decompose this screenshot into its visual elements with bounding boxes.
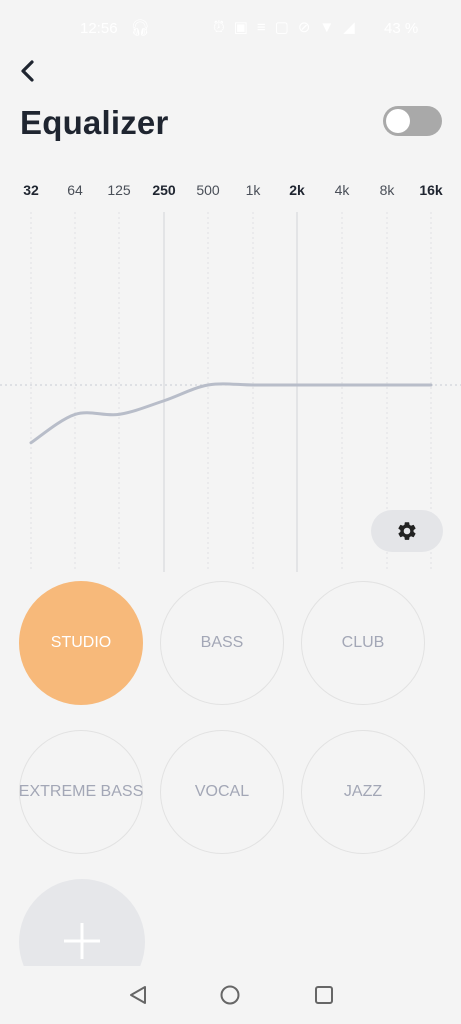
preset-club[interactable]: CLUB	[301, 581, 425, 705]
circle-home-icon	[220, 985, 240, 1005]
status-icons: ⏰︎ ▣ ≡ ▢ ⊘ ▼ ◢	[213, 19, 355, 37]
nfc-icon: ▣	[233, 19, 248, 36]
triangle-back-icon	[130, 986, 146, 1004]
freq-label-64: 64	[67, 182, 83, 198]
vibrate-icon: ≡	[256, 19, 266, 36]
freq-label-32: 32	[23, 182, 39, 198]
nav-recents-button[interactable]	[312, 983, 336, 1007]
preset-studio[interactable]: STUDIO	[19, 581, 143, 705]
status-time: 12:56	[80, 20, 118, 37]
signal-icon: ◢	[343, 19, 355, 36]
band-lines	[30, 212, 432, 572]
nav-home-button[interactable]	[218, 983, 242, 1007]
freq-label-2k: 2k	[289, 182, 305, 198]
headphones-icon: 🎧︎	[130, 20, 151, 37]
square-recents-icon	[315, 986, 333, 1004]
equalizer-curve	[29, 382, 433, 445]
gear-icon	[398, 522, 416, 540]
navigation-bar	[0, 966, 461, 1024]
freq-label-16k: 16k	[419, 182, 443, 198]
freq-label-1k: 1k	[245, 182, 261, 198]
screenshot-icon: ▢	[274, 19, 289, 36]
freq-label-8k: 8k	[379, 182, 395, 198]
freq-label-4k: 4k	[334, 182, 350, 198]
frequency-labels: 32 64 125 250 500 1k 2k 4k 8k 16k	[0, 182, 461, 202]
freq-label-250: 250	[152, 182, 176, 198]
back-button[interactable]	[14, 56, 44, 86]
back-arrow-icon	[21, 60, 34, 82]
freq-label-500: 500	[196, 182, 220, 198]
preset-bass[interactable]: BASS	[160, 581, 284, 705]
battery-level: 43 %	[384, 20, 419, 37]
toggle-knob	[386, 109, 410, 133]
freq-label-125: 125	[107, 182, 131, 198]
mute-icon: ⊘	[297, 19, 311, 36]
preset-vocal[interactable]: VOCAL	[160, 730, 284, 854]
alarm-icon: ⏰︎	[213, 19, 225, 36]
wifi-icon: ▼	[319, 19, 335, 36]
preset-jazz[interactable]: JAZZ	[301, 730, 425, 854]
preset-extreme-bass[interactable]: EXTREME BASS	[19, 730, 143, 854]
status-bar: 12:56 🎧︎ ⏰︎ ▣ ≡ ▢ ⊘ ▼ ◢ 43 %	[0, 0, 461, 58]
page-title: Equalizer	[20, 104, 169, 141]
equalizer-toggle[interactable]	[383, 106, 442, 136]
equalizer-settings-button[interactable]	[371, 510, 443, 552]
nav-back-button[interactable]	[126, 983, 150, 1007]
